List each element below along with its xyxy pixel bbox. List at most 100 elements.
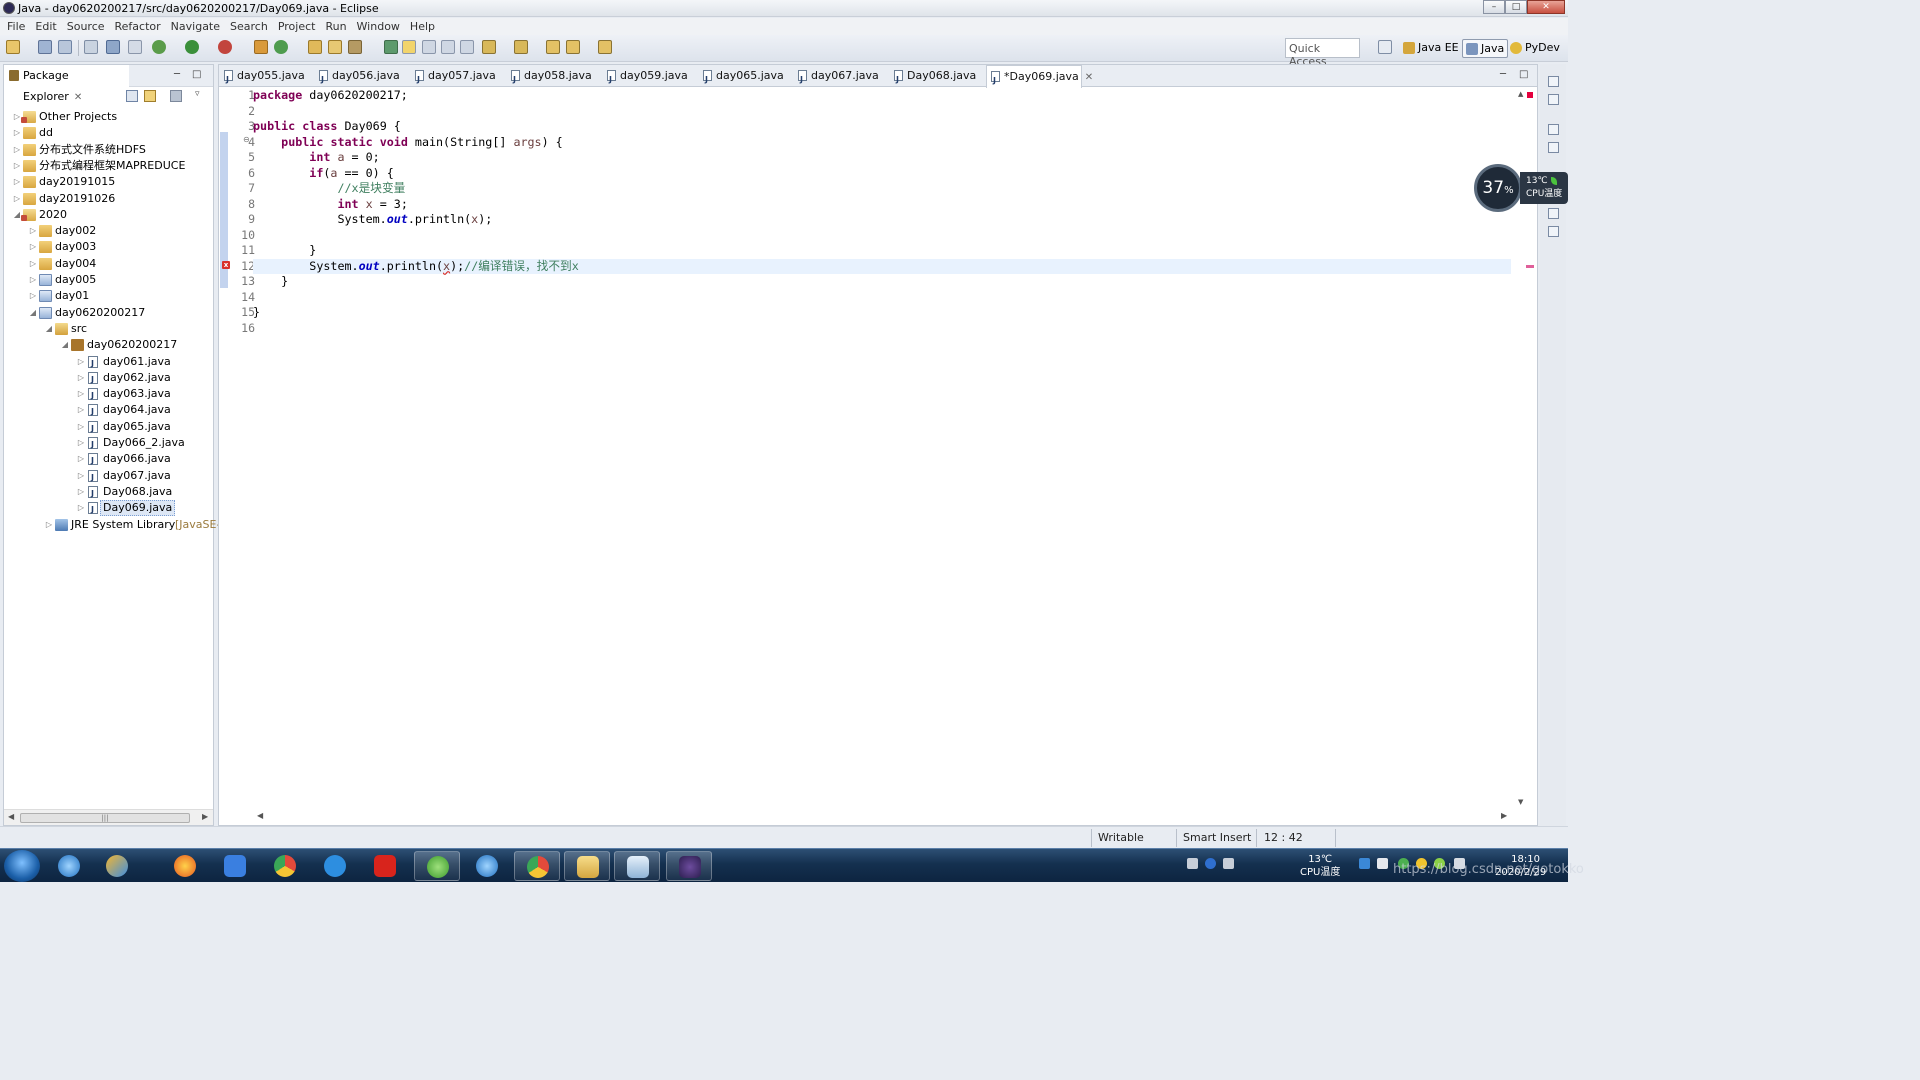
editor-tab[interactable]: day065.java	[699, 65, 784, 90]
menu-refactor[interactable]: Refactor	[110, 18, 166, 35]
tray-cpu-temp[interactable]: 13℃ CPU温度	[1300, 853, 1340, 879]
open-type-icon[interactable]	[308, 40, 322, 54]
scroll-right-icon[interactable]: ▶	[202, 812, 208, 821]
expand-arrow-icon[interactable]: ▷	[76, 435, 86, 451]
expand-arrow-icon[interactable]: ▷	[76, 500, 86, 516]
terminal-icon[interactable]	[106, 40, 120, 54]
search-icon[interactable]	[348, 40, 362, 54]
task-list-icon[interactable]	[1548, 94, 1559, 105]
network-tray-icon[interactable]	[1359, 858, 1370, 869]
scroll-down-icon[interactable]: ▼	[1518, 798, 1523, 806]
menu-source[interactable]: Source	[62, 18, 110, 35]
back-icon[interactable]	[566, 40, 580, 54]
expand-arrow-icon[interactable]: ▷	[76, 402, 86, 418]
tab-package-explorer[interactable]: Package Explorer ✕	[4, 65, 129, 103]
menu-window[interactable]: Window	[352, 18, 405, 35]
expand-arrow-icon[interactable]: ▷	[12, 191, 22, 207]
taskbar-ie[interactable]	[46, 851, 92, 881]
toggle-highlight-icon[interactable]	[402, 40, 416, 54]
expand-arrow-icon[interactable]: ▷	[28, 223, 38, 239]
expand-arrow-icon[interactable]: ▷	[76, 468, 86, 484]
save-all-icon[interactable]	[58, 40, 72, 54]
maximize-button[interactable]: □	[1505, 0, 1527, 14]
show-source-icon[interactable]	[460, 40, 474, 54]
maximize-view-icon[interactable]: □	[192, 69, 201, 80]
close-button[interactable]: ✕	[1527, 0, 1565, 14]
cpu-monitor-widget[interactable]: 37% 13℃ CPU温度	[1474, 164, 1568, 212]
expand-arrow-icon[interactable]: ▷	[28, 239, 38, 255]
scroll-left-icon[interactable]: ◀	[8, 812, 14, 821]
collapse-arrow-icon[interactable]: ◢	[60, 337, 70, 353]
collapse-all-icon[interactable]	[126, 90, 138, 102]
print-icon[interactable]	[84, 40, 98, 54]
overview-error-marker[interactable]	[1526, 265, 1534, 268]
link-with-editor-icon[interactable]	[144, 90, 156, 102]
close-tab-icon[interactable]: ✕	[1085, 72, 1093, 83]
expand-arrow-icon[interactable]: ▷	[28, 272, 38, 288]
expand-arrow-icon[interactable]: ▷	[12, 158, 22, 174]
overview-error-indicator[interactable]	[1527, 92, 1533, 98]
expand-arrow-icon[interactable]: ▷	[28, 256, 38, 272]
taskbar-cloud[interactable]	[312, 851, 358, 881]
scroll-left-icon[interactable]: ◀	[257, 811, 263, 820]
perspective-java-ee[interactable]: Java EE	[1400, 39, 1462, 58]
help-tray-icon[interactable]	[1205, 858, 1216, 869]
block-selection-icon[interactable]	[422, 40, 436, 54]
editor-horizontal-scrollbar[interactable]: ◀ ▶	[253, 810, 1513, 824]
expand-arrow-icon[interactable]: ▷	[28, 288, 38, 304]
close-icon[interactable]: ✕	[74, 92, 82, 103]
editor-tab[interactable]: day055.java	[220, 65, 305, 90]
editor-tab[interactable]: day067.java	[794, 65, 879, 90]
previous-annotation-icon[interactable]	[514, 40, 528, 54]
expand-arrow-icon[interactable]: ▷	[76, 370, 86, 386]
menu-navigate[interactable]: Navigate	[166, 18, 225, 35]
cursor-position[interactable]: 12 : 42	[1264, 831, 1303, 844]
tray-icon[interactable]	[1223, 858, 1234, 869]
taskbar-firefox[interactable]	[162, 851, 208, 881]
perspective-java[interactable]: Java	[1462, 39, 1509, 58]
restore-icon[interactable]	[1548, 124, 1559, 135]
collapse-arrow-icon[interactable]: ◢	[44, 321, 54, 337]
last-edit-icon[interactable]	[546, 40, 560, 54]
restore-icon[interactable]	[1548, 76, 1559, 87]
expand-arrow-icon[interactable]: ▷	[76, 484, 86, 500]
editor-tab[interactable]: day058.java	[507, 65, 592, 90]
keyboard-tray-icon[interactable]	[1187, 858, 1198, 869]
editor-tab[interactable]: Day068.java	[890, 65, 976, 90]
expand-arrow-icon[interactable]: ▷	[44, 517, 54, 533]
expand-arrow-icon[interactable]: ▷	[76, 451, 86, 467]
taskbar-chrome[interactable]	[514, 851, 560, 881]
editor-tab[interactable]: day056.java	[315, 65, 400, 90]
editor-tab[interactable]: day059.java	[603, 65, 688, 90]
quick-access-input[interactable]: Quick Access	[1285, 38, 1360, 68]
error-icon[interactable]: x	[222, 261, 230, 269]
focus-on-task-icon[interactable]	[170, 90, 182, 102]
menu-search[interactable]: Search	[225, 18, 273, 35]
scroll-up-icon[interactable]: ▲	[1518, 90, 1523, 98]
expand-arrow-icon[interactable]: ▷	[12, 125, 22, 141]
insert-mode-status[interactable]: Smart Insert	[1183, 831, 1251, 844]
expand-arrow-icon[interactable]: ▷	[76, 354, 86, 370]
next-annotation-icon[interactable]	[482, 40, 496, 54]
taskbar-baidu[interactable]	[212, 851, 258, 881]
declaration-icon[interactable]	[1548, 226, 1559, 237]
show-whitespace-icon[interactable]	[441, 40, 455, 54]
maximize-editor-icon[interactable]: □	[1519, 69, 1528, 80]
editor-tab[interactable]: *Day069.java ✕	[986, 65, 1093, 91]
expand-arrow-icon[interactable]: ▷	[12, 142, 22, 158]
menu-help[interactable]: Help	[405, 18, 440, 35]
horizontal-scrollbar[interactable]: ◀ ||| ▶	[4, 809, 213, 825]
run-external-icon[interactable]	[218, 40, 232, 54]
minimize-view-icon[interactable]: ─	[174, 69, 180, 80]
taskbar-app[interactable]	[614, 851, 660, 881]
menu-file[interactable]: File	[2, 18, 30, 35]
view-menu-icon[interactable]: ▿	[195, 89, 200, 99]
minimize-button[interactable]: –	[1483, 0, 1505, 14]
taskbar-youdao[interactable]	[362, 851, 408, 881]
scrollbar-thumb[interactable]: |||	[20, 813, 190, 823]
save-icon[interactable]	[38, 40, 52, 54]
open-folder-icon[interactable]	[328, 40, 342, 54]
taskbar-eclipse[interactable]	[666, 851, 712, 881]
taskbar-sync[interactable]	[414, 851, 460, 881]
forward-icon[interactable]	[598, 40, 612, 54]
